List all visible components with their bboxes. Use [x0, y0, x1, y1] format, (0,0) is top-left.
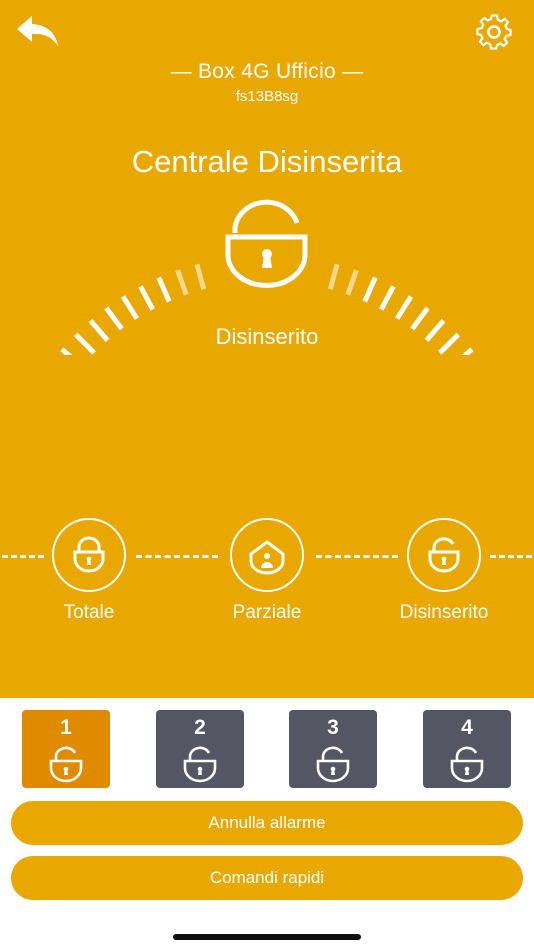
state-label: Disinserito: [215, 324, 319, 349]
mode-circle: [407, 518, 481, 592]
unlocked-padlock-icon: [225, 199, 308, 288]
area-4-button[interactable]: 4: [423, 710, 511, 788]
device-name: — Box 4G Ufficio —: [170, 60, 364, 83]
back-arrow-icon: [17, 16, 58, 46]
mode-label: Parziale: [232, 602, 302, 623]
unlocked-padlock-icon: [316, 746, 350, 783]
gauge-tick: [156, 276, 172, 303]
gauge-tick: [345, 269, 359, 296]
gauge-tick: [138, 285, 155, 311]
area-number: 1: [60, 716, 72, 739]
status-panel: — Box 4G Ufficio — fs13B8sg Centrale Dis…: [0, 0, 534, 698]
area-number: 3: [327, 716, 339, 739]
gauge-tick: [175, 269, 189, 296]
gauge-tick: [394, 295, 414, 320]
area-2-button[interactable]: 2: [156, 710, 244, 788]
area-3-button[interactable]: 3: [289, 710, 377, 788]
device-code: fs13B8sg: [235, 88, 299, 105]
cancel-alarm-button[interactable]: Annulla allarme: [11, 801, 523, 845]
gauge-tick: [194, 263, 207, 291]
area-1-button[interactable]: 1: [22, 710, 110, 788]
mode-label: Disinserito: [399, 602, 489, 623]
area-number: 4: [461, 716, 473, 739]
status-title: Centrale Disinserita: [131, 144, 403, 179]
gear-icon: [476, 14, 512, 50]
home-indicator: [173, 934, 361, 940]
gauge-tick: [362, 276, 378, 303]
settings-button[interactable]: [472, 12, 516, 52]
gauge-tick: [379, 285, 396, 311]
unlocked-padlock-icon: [183, 746, 217, 783]
gauge-tick: [60, 347, 73, 355]
house-person-icon: [249, 540, 285, 575]
gauge-tick: [461, 347, 474, 355]
mode-circle: [52, 518, 126, 592]
mode-label: Totale: [63, 602, 115, 623]
padlock-icon: [73, 536, 105, 573]
mode-disinserito-button[interactable]: Disinserito: [374, 518, 514, 624]
mode-totale-button[interactable]: Totale: [19, 518, 159, 624]
area-number: 2: [194, 716, 206, 739]
mode-circle: [230, 518, 304, 592]
back-button[interactable]: [14, 12, 64, 52]
mode-selector: Totale Parziale Disinserito: [0, 518, 534, 628]
area-selector: 1 2 3 4: [0, 710, 534, 790]
quick-commands-button[interactable]: Comandi rapidi: [11, 856, 523, 900]
unlocked-padlock-icon: [49, 746, 83, 783]
gauge-tick: [120, 295, 140, 320]
unlocked-padlock-icon: [428, 537, 460, 573]
gauge-tick: [327, 263, 340, 291]
mode-parziale-button[interactable]: Parziale: [197, 518, 337, 624]
unlocked-padlock-icon: [450, 746, 484, 783]
